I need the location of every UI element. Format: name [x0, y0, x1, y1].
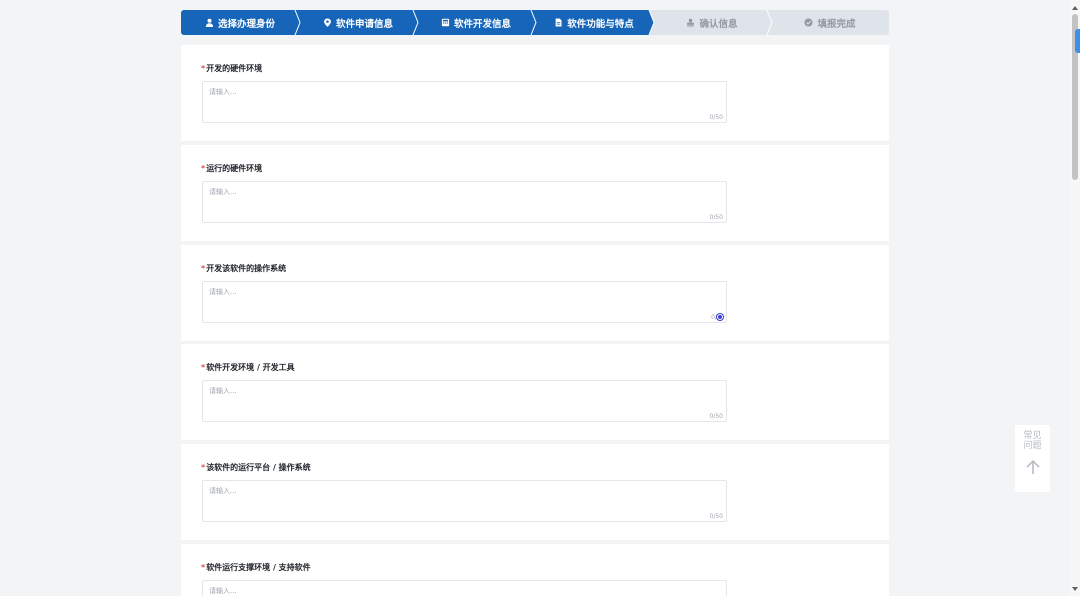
field-label: *软件运行支撑环境 / 支持软件: [201, 562, 311, 573]
field-label-text: 开发的硬件环境: [206, 64, 263, 73]
field-label-text: 该软件的运行平台 / 操作系统: [206, 463, 311, 472]
char-counter: 0/50: [710, 214, 723, 221]
field-label: *开发的硬件环境: [201, 63, 262, 74]
field-label-text: 运行的硬件环境: [206, 164, 263, 173]
field-label-text: 软件开发环境 / 开发工具: [206, 363, 295, 372]
step-label: 填报完成: [817, 18, 856, 30]
user-icon: [205, 18, 218, 27]
field-label: *软件开发环境 / 开发工具: [201, 362, 295, 373]
step-separator: [528, 10, 538, 35]
char-counter-text: 0/50: [709, 513, 723, 520]
text-area[interactable]: 请输入... 0/50: [202, 181, 727, 223]
form-card: *开发该软件的操作系统 请输入... 0/: [181, 245, 889, 341]
side-tab[interactable]: [1075, 29, 1080, 53]
required-mark: *: [201, 164, 206, 173]
field-label-text: 开发该软件的操作系统: [206, 264, 287, 273]
text-area[interactable]: 请输入... 0/50: [202, 81, 727, 123]
step-3[interactable]: 软件开发信息: [417, 10, 538, 35]
text-area[interactable]: 请输入... 0/50: [202, 380, 727, 422]
progress-steps: 选择办理身份 软件申请信息 软件开发信息 软件功能与特点 确认信息 填报完成: [181, 10, 889, 35]
field-label-text: 软件运行支撑环境 / 支持软件: [206, 563, 311, 572]
text-area-placeholder: 请输入...: [209, 188, 237, 196]
step-4[interactable]: 软件功能与特点: [535, 10, 656, 35]
required-mark: *: [201, 264, 206, 273]
required-mark: *: [201, 463, 206, 472]
step-separator: [646, 10, 656, 35]
char-counter: 0/: [711, 314, 723, 321]
text-area[interactable]: 请输入...: [202, 580, 727, 596]
form-card: *运行的硬件环境 请输入... 0/50: [181, 145, 889, 241]
step-separator: [764, 10, 774, 35]
required-mark: *: [201, 64, 206, 73]
step-label: 软件申请信息: [335, 18, 393, 30]
text-area-placeholder: 请输入...: [209, 387, 237, 395]
check-circle-icon: [804, 18, 817, 27]
form-card: *软件开发环境 / 开发工具 请输入... 0/50: [181, 344, 889, 440]
step-separator: [410, 10, 420, 35]
required-mark: *: [201, 363, 206, 372]
char-counter-text: 0/50: [709, 413, 723, 420]
text-area-placeholder: 请输入...: [209, 288, 237, 296]
faq-label: 常见问题: [1023, 431, 1042, 451]
stamp-icon: [686, 18, 699, 27]
form-card: *软件运行支撑环境 / 支持软件 请输入...: [181, 544, 889, 596]
field-label: *该软件的运行平台 / 操作系统: [201, 462, 311, 473]
text-area[interactable]: 请输入... 0/: [202, 281, 727, 323]
step-2[interactable]: 软件申请信息: [299, 10, 420, 35]
faq-widget[interactable]: 常见问题: [1015, 425, 1050, 492]
arrow-up-icon[interactable]: [1025, 459, 1041, 479]
char-counter-text: 0/50: [709, 214, 723, 221]
location-pin-icon: [323, 18, 336, 27]
form-card: *开发的硬件环境 请输入... 0/50: [181, 45, 889, 141]
text-area[interactable]: 请输入... 0/50: [202, 480, 727, 522]
field-label: *运行的硬件环境: [201, 163, 262, 174]
step-label: 软件功能与特点: [567, 18, 634, 30]
step-label: 选择办理身份: [217, 18, 275, 30]
field-label: *开发该软件的操作系统: [201, 263, 286, 274]
step-label: 确认信息: [699, 18, 738, 30]
char-counter: 0/50: [710, 114, 723, 121]
required-mark: *: [201, 563, 206, 572]
cursor-dot-icon: [717, 314, 723, 320]
scrollbar[interactable]: [1070, 0, 1080, 596]
char-counter: 0/50: [710, 513, 723, 520]
document-icon: [554, 18, 567, 27]
text-area-placeholder: 请输入...: [209, 587, 237, 595]
step-5[interactable]: 确认信息: [653, 10, 774, 35]
scroll-up-arrow-icon[interactable]: [1072, 6, 1078, 10]
step-separator: [292, 10, 302, 35]
text-area-placeholder: 请输入...: [209, 88, 237, 96]
step-1[interactable]: 选择办理身份: [181, 10, 302, 35]
calculator-icon: [441, 18, 454, 27]
step-label: 软件开发信息: [453, 18, 511, 30]
scroll-down-arrow-icon[interactable]: [1072, 587, 1078, 591]
form-card: *该软件的运行平台 / 操作系统 请输入... 0/50: [181, 444, 889, 540]
char-counter-text: 0/50: [709, 114, 723, 121]
text-area-placeholder: 请输入...: [209, 487, 237, 495]
char-counter: 0/50: [710, 413, 723, 420]
step-6[interactable]: 填报完成: [771, 10, 889, 35]
